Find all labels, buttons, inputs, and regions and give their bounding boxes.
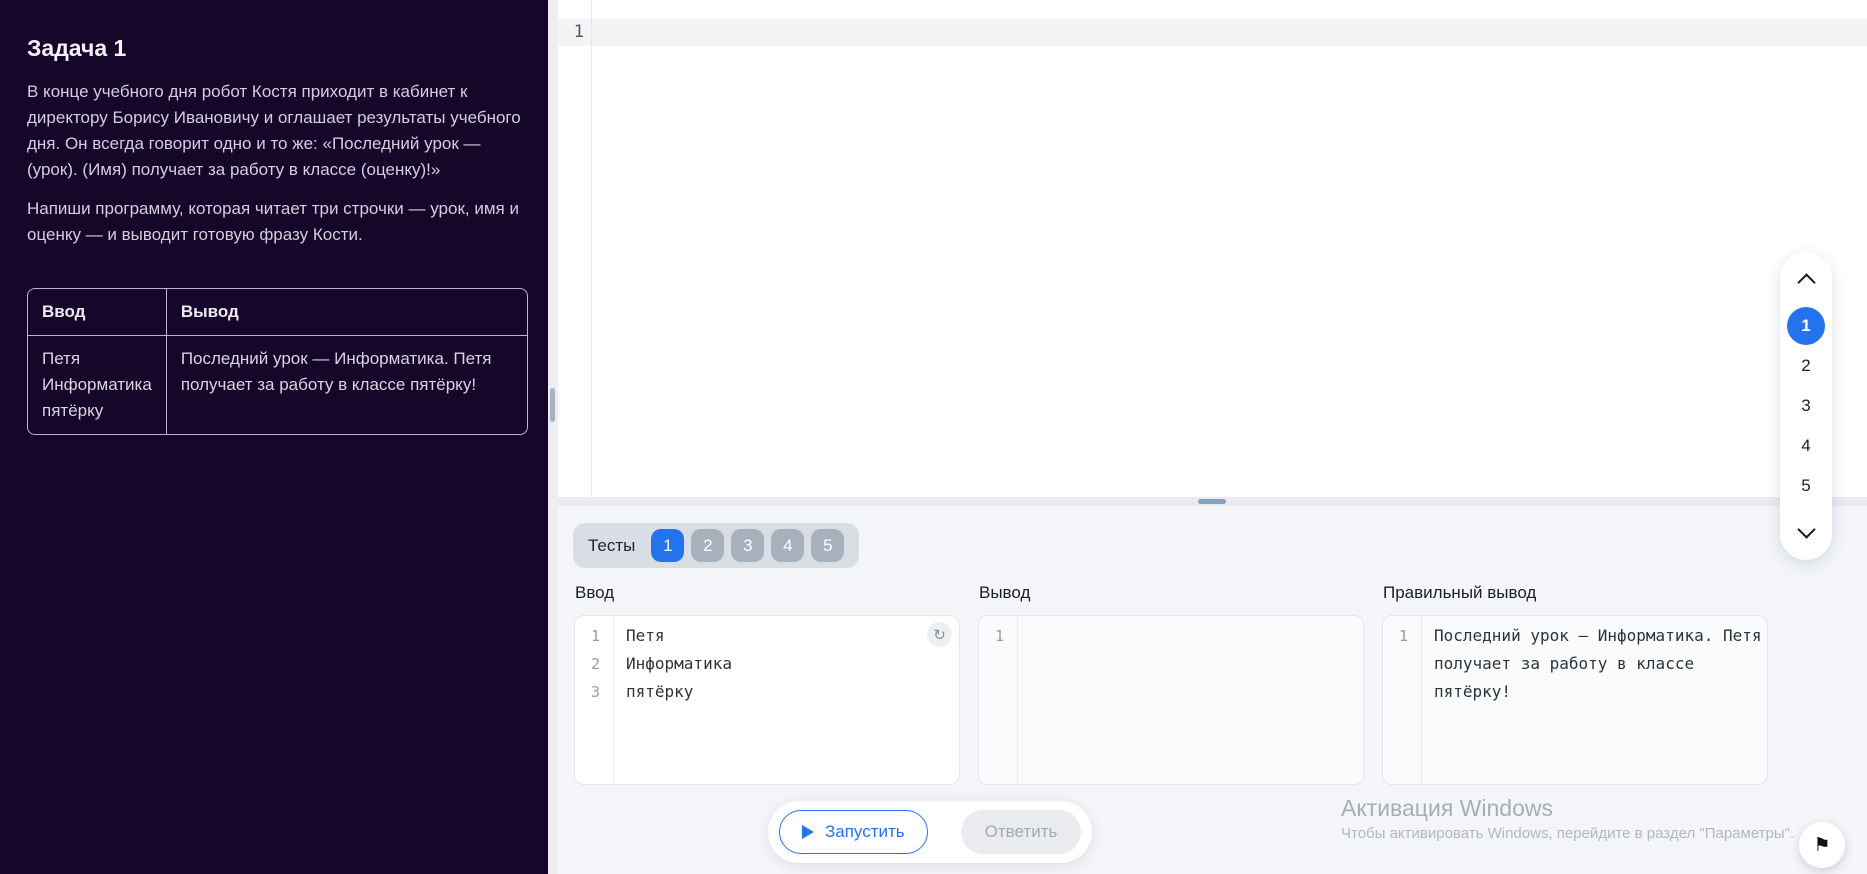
output-panel-label: Вывод (979, 583, 1031, 602)
expected-panel-label: Правильный вывод (1383, 583, 1537, 602)
reset-input-icon[interactable]: ↻ (927, 622, 952, 647)
input-gutter: 123 (575, 616, 614, 784)
sidebar-splitter-handle[interactable] (550, 388, 555, 422)
example-output-cell: Последний урок — Информатика. Петя получ… (180, 349, 492, 394)
answer-button[interactable]: Ответить (960, 810, 1082, 854)
run-button-label: Запустить (825, 822, 905, 841)
test-input-editor[interactable]: 123 Петя Информатика пятёрку ↻ (574, 615, 960, 785)
example-table: Ввод Вывод Петя Информатика пятёрку Посл… (27, 288, 528, 435)
page-nav-item-3[interactable]: 3 (1787, 387, 1825, 425)
page-nav-item-2[interactable]: 2 (1787, 347, 1825, 385)
editor-active-line (558, 19, 1867, 46)
tests-splitter[interactable] (558, 497, 1867, 506)
expected-output-view: 1 Последний урок — Информатика. Петя пол… (1382, 615, 1768, 785)
task-sidebar: Задача 1 В конце учебного дня робот Кост… (0, 0, 548, 874)
page-nav-item-1[interactable]: 1 (1787, 307, 1825, 345)
test-tab-2[interactable]: 2 (691, 529, 725, 562)
test-panels: Ввод 123 Петя Информатика пятёрку ↻ Вывод … (574, 583, 1768, 785)
chevron-down-icon (1796, 520, 1816, 539)
test-output-view: 1 (978, 615, 1364, 785)
expected-panel-col: Правильный вывод 1 Последний урок — Инфо… (1382, 583, 1768, 785)
example-table-header-output: Вывод (166, 289, 527, 336)
page-nav-item-4[interactable]: 4 (1787, 427, 1825, 465)
output-gutter: 1 (979, 616, 1018, 784)
test-tab-5[interactable]: 5 (811, 529, 845, 562)
actions-bar: Запустить Ответить (768, 801, 1093, 863)
page-nav-list: 12345 (1787, 307, 1825, 505)
table-row: Петя Информатика пятёрку Последний урок … (28, 336, 527, 434)
task-description-2: Напиши программу, которая читает три стр… (27, 199, 519, 244)
input-panel-label: Ввод (575, 583, 615, 602)
editor-gutter-divider (591, 0, 592, 497)
expected-gutter: 1 (1383, 616, 1422, 784)
task-title: Задача 1 (27, 35, 127, 61)
input-panel-col: Ввод 123 Петя Информатика пятёрку ↻ (574, 583, 960, 785)
page-nav-item-5[interactable]: 5 (1787, 467, 1825, 505)
nav-down-button[interactable] (1796, 519, 1817, 545)
play-icon (802, 825, 814, 839)
test-tab-4[interactable]: 4 (771, 529, 805, 562)
editor-line-number: 1 (573, 22, 584, 42)
task-description-1: В конце учебного дня робот Костя приходи… (27, 82, 521, 179)
tests-tabs-bar: Тесты 12345 (573, 523, 860, 568)
test-navigator: 12345 (1780, 252, 1832, 560)
example-input-cell: Петя Информатика пятёрку (28, 336, 167, 434)
tests-section: Тесты 12345 Ввод 123 Петя Информатика пятё… (558, 506, 1867, 874)
run-button[interactable]: Запустить (779, 810, 928, 854)
nav-up-button[interactable] (1796, 267, 1817, 293)
test-tabs: 12345 (651, 529, 845, 562)
tests-splitter-handle[interactable] (1198, 499, 1226, 504)
chevron-up-icon (1796, 273, 1816, 292)
code-editor[interactable]: 1 (558, 0, 1867, 497)
test-tab-1[interactable]: 1 (651, 529, 685, 562)
expected-content: Последний урок — Информатика. Петя получ… (1434, 626, 1762, 701)
output-panel-col: Вывод 1 (978, 583, 1364, 785)
example-table-header-input: Ввод (28, 289, 167, 336)
flag-icon[interactable]: ⚑ (1799, 822, 1845, 868)
output-content (1018, 616, 1363, 784)
input-content[interactable]: Петя Информатика пятёрку (614, 616, 959, 784)
sidebar-splitter[interactable] (548, 0, 558, 874)
test-tab-3[interactable]: 3 (731, 529, 765, 562)
tests-label: Тесты (588, 535, 636, 555)
